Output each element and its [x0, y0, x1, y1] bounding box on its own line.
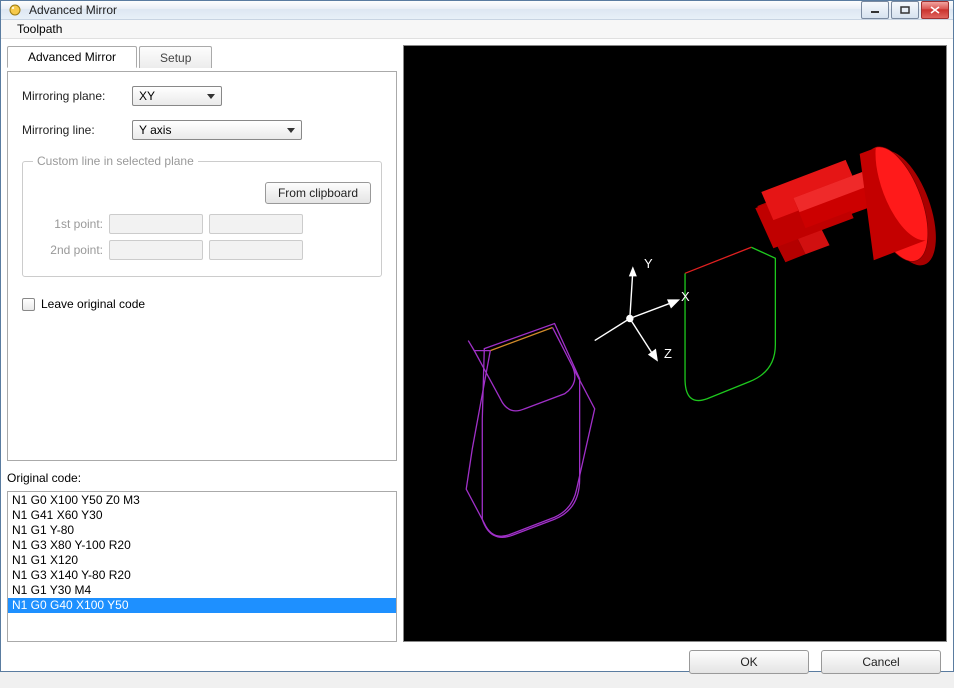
mirroring-plane-label: Mirroring plane: [22, 89, 132, 103]
code-line[interactable]: N1 G1 X120 [8, 553, 396, 568]
window-title: Advanced Mirror [29, 3, 861, 17]
minimize-button[interactable] [861, 1, 889, 19]
pt2-x-input [109, 240, 203, 260]
maximize-button[interactable] [891, 1, 919, 19]
custom-line-group: Custom line in selected plane From clipb… [22, 154, 382, 277]
ok-button[interactable]: OK [689, 650, 809, 674]
pt1-y-input [209, 214, 303, 234]
menu-toolpath[interactable]: Toolpath [9, 20, 70, 38]
3d-viewport[interactable]: Y X Z [403, 45, 947, 642]
code-line[interactable]: N1 G1 Y30 M4 [8, 583, 396, 598]
custom-line-legend: Custom line in selected plane [33, 154, 198, 168]
code-line[interactable]: N1 G0 G40 X100 Y50 [8, 598, 396, 613]
code-line[interactable]: N1 G1 Y-80 [8, 523, 396, 538]
mirroring-line-value: Y axis [139, 123, 171, 137]
tab-panel-advanced-mirror: Mirroring plane: XY Mirroring line: Y ax… [7, 71, 397, 461]
app-window: Advanced Mirror Toolpath Advanced Mirror… [0, 0, 954, 672]
leave-original-checkbox[interactable] [22, 298, 35, 311]
viewport-svg [404, 46, 946, 641]
mirroring-line-select[interactable]: Y axis [132, 120, 302, 140]
pt1-x-input [109, 214, 203, 234]
tab-advanced-mirror[interactable]: Advanced Mirror [7, 46, 137, 68]
titlebar[interactable]: Advanced Mirror [1, 1, 953, 20]
code-line[interactable]: N1 G3 X140 Y-80 R20 [8, 568, 396, 583]
code-line[interactable]: N1 G41 X60 Y30 [8, 508, 396, 523]
original-code-label: Original code: [7, 471, 397, 485]
client-area: Advanced Mirror Setup Mirroring plane: X… [1, 39, 953, 688]
cancel-button[interactable]: Cancel [821, 650, 941, 674]
mirroring-plane-value: XY [139, 89, 155, 103]
menubar: Toolpath [1, 20, 953, 39]
code-line[interactable]: N1 G3 X80 Y-100 R20 [8, 538, 396, 553]
leave-original-label: Leave original code [41, 297, 145, 311]
axis-y-label: Y [644, 256, 653, 271]
pt2-y-input [209, 240, 303, 260]
pt1-label: 1st point: [33, 217, 103, 231]
tabstrip: Advanced Mirror Setup [7, 45, 397, 67]
axis-x-label: X [681, 289, 690, 304]
from-clipboard-button[interactable]: From clipboard [265, 182, 371, 204]
original-code-list[interactable]: N1 G0 X100 Y50 Z0 M3N1 G41 X60 Y30N1 G1 … [7, 491, 397, 642]
mirroring-plane-select[interactable]: XY [132, 86, 222, 106]
window-controls [861, 1, 949, 19]
dialog-footer: OK Cancel [7, 642, 947, 682]
app-icon [7, 2, 23, 18]
axis-z-label: Z [664, 346, 672, 361]
tab-setup[interactable]: Setup [139, 46, 212, 68]
close-button[interactable] [921, 1, 949, 19]
code-line[interactable]: N1 G0 X100 Y50 Z0 M3 [8, 493, 396, 508]
mirroring-line-label: Mirroring line: [22, 123, 132, 137]
pt2-label: 2nd point: [33, 243, 103, 257]
